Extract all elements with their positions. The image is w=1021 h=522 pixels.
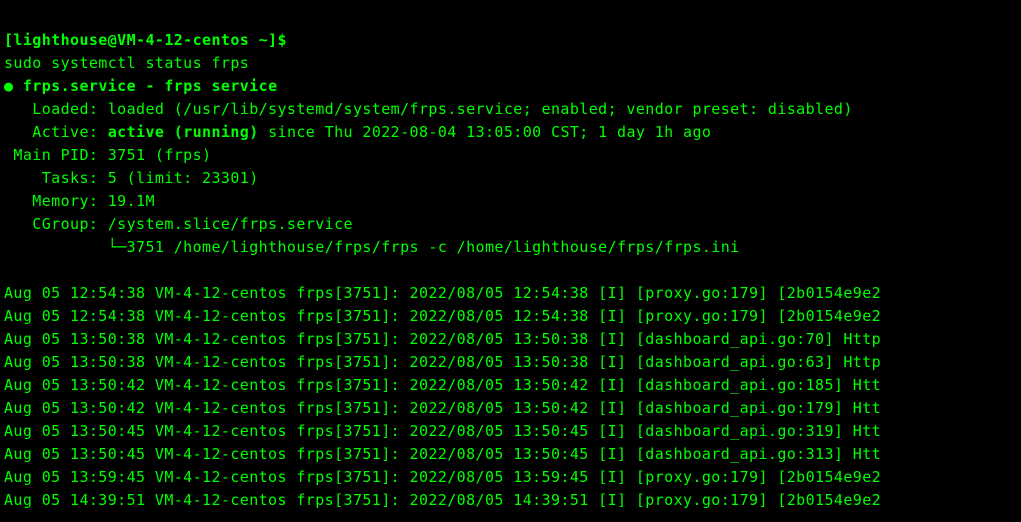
service-name-line: frps.service - frps service <box>13 77 277 95</box>
terminal[interactable]: [lighthouse@VM-4-12-centos ~]$ sudo syst… <box>0 0 1021 516</box>
active-state: active (running) <box>108 123 259 141</box>
log-line: Aug 05 12:54:38 VM-4-12-centos frps[3751… <box>4 284 881 302</box>
cgroup-line: CGroup: /system.slice/frps.service <box>4 215 353 233</box>
command-line: sudo systemctl status frps <box>4 54 249 72</box>
active-prefix: Active: <box>4 123 108 141</box>
shell-prompt: [lighthouse@VM-4-12-centos ~]$ <box>4 31 296 49</box>
tasks-line: Tasks: 5 (limit: 23301) <box>4 169 259 187</box>
log-line: Aug 05 13:50:42 VM-4-12-centos frps[3751… <box>4 376 881 394</box>
cgroup-child-line: └─3751 /home/lighthouse/frps/frps -c /ho… <box>4 238 740 256</box>
log-line: Aug 05 13:50:38 VM-4-12-centos frps[3751… <box>4 353 881 371</box>
log-line: Aug 05 13:50:45 VM-4-12-centos frps[3751… <box>4 422 881 440</box>
memory-line: Memory: 19.1M <box>4 192 155 210</box>
active-tail: since Thu 2022-08-04 13:05:00 CST; 1 day… <box>259 123 712 141</box>
log-line: Aug 05 13:59:45 VM-4-12-centos frps[3751… <box>4 468 881 486</box>
log-line: Aug 05 13:50:45 VM-4-12-centos frps[3751… <box>4 445 881 463</box>
log-line: Aug 05 13:50:42 VM-4-12-centos frps[3751… <box>4 399 881 417</box>
log-line: Aug 05 13:50:38 VM-4-12-centos frps[3751… <box>4 330 881 348</box>
log-line: Aug 05 14:39:51 VM-4-12-centos frps[3751… <box>4 491 881 509</box>
log-line: Aug 05 12:54:38 VM-4-12-centos frps[3751… <box>4 307 881 325</box>
mainpid-line: Main PID: 3751 (frps) <box>4 146 211 164</box>
loaded-line: Loaded: loaded (/usr/lib/systemd/system/… <box>4 100 853 118</box>
